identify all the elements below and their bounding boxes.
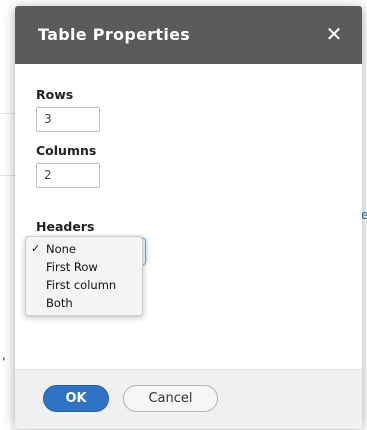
dialog-title: Table Properties [38,25,191,44]
dropdown-option-first-column[interactable]: First column [26,276,142,294]
checkmark-icon: ✓ [31,242,41,255]
background-divider [0,175,15,176]
headers-dropdown-menu: ✓ None First Row First column Both [25,236,143,316]
columns-label: Columns [36,143,97,158]
close-icon[interactable]: ✕ [320,20,348,48]
option-label: First column [46,278,117,292]
rows-label: Rows [36,87,74,102]
option-label: Both [46,296,73,310]
dropdown-option-none[interactable]: ✓ None [26,240,142,258]
dialog-titlebar: Table Properties ✕ [15,6,362,64]
ok-button[interactable]: OK [43,385,109,412]
option-label: First Row [46,260,98,274]
rows-input[interactable]: 3 [36,107,100,132]
columns-input[interactable]: 2 [36,163,100,188]
dropdown-option-both[interactable]: Both [26,294,142,312]
cancel-button[interactable]: Cancel [123,385,218,412]
option-label: None [46,242,77,256]
headers-label: Headers [36,219,95,234]
page-background: , e Table Properties ✕ Rows 3 Columns 2 … [0,0,367,430]
dialog-footer: OK Cancel [15,369,362,429]
dropdown-option-first-row[interactable]: First Row [26,258,142,276]
background-fragment: , [2,348,6,362]
table-properties-dialog: Table Properties ✕ Rows 3 Columns 2 Head… [15,6,362,429]
background-divider [0,113,15,114]
